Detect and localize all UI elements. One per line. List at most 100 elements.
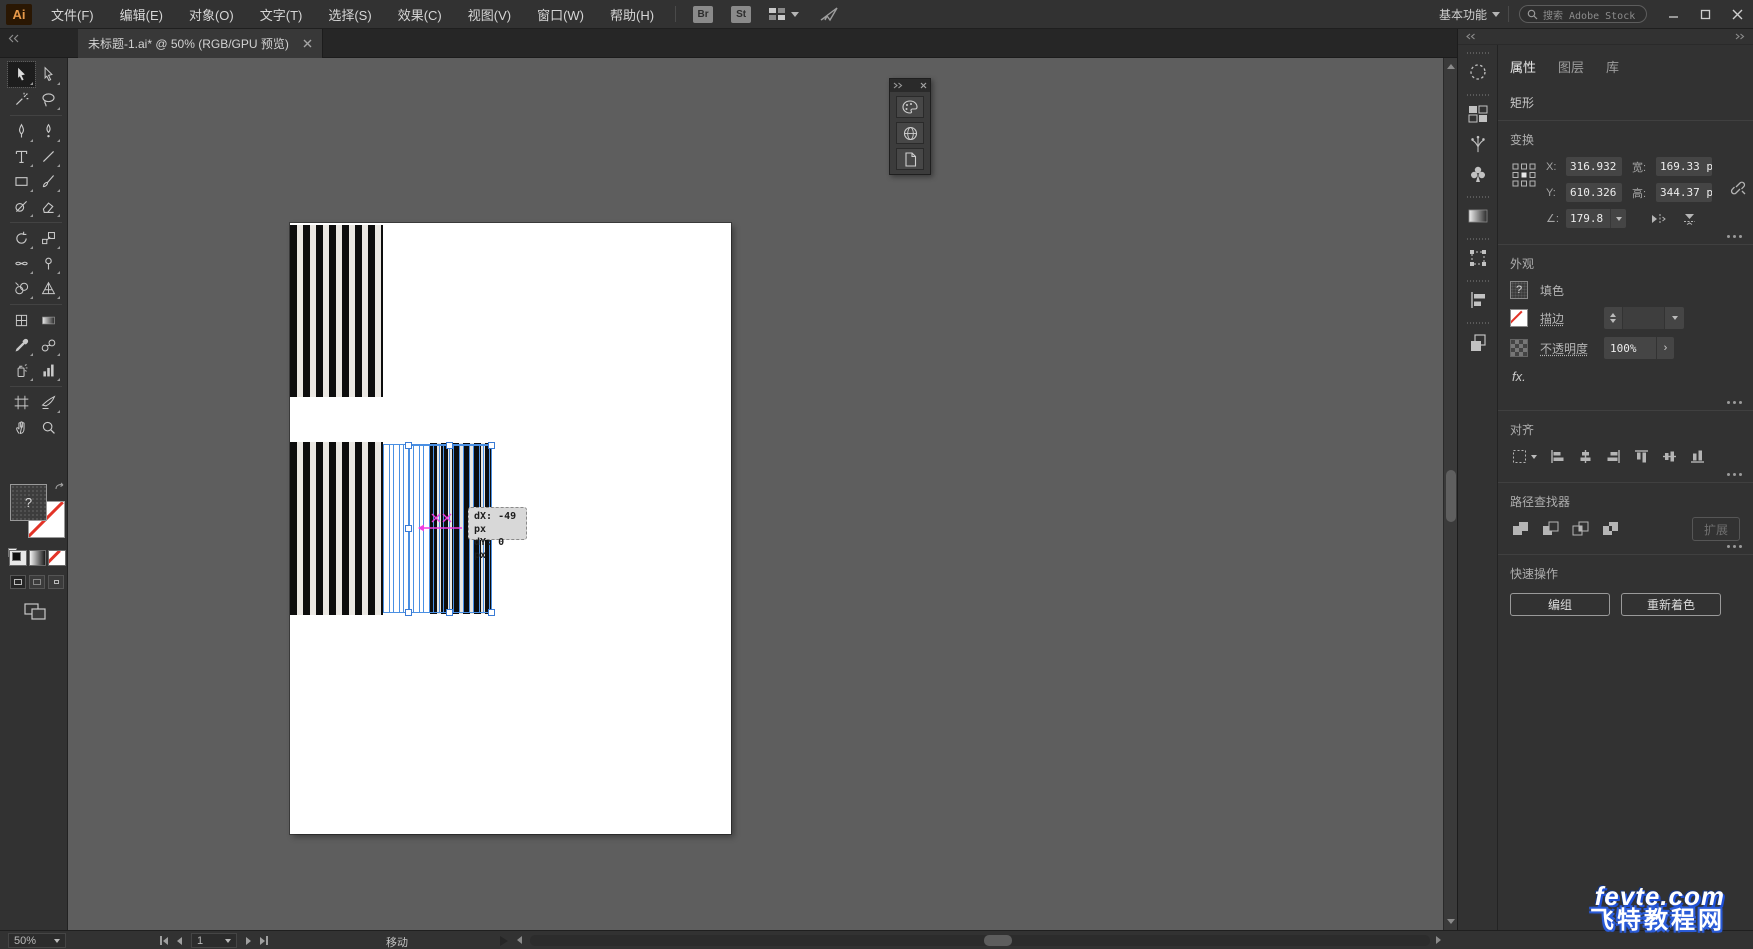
menu-object[interactable]: 对象(O) [176,0,247,29]
rotation-input[interactable]: 179.8 [1566,209,1610,228]
panel-grip[interactable] [1467,279,1489,283]
document-tab[interactable]: 未标题-1.ai* @ 50% (RGB/GPU 预览) [78,29,323,58]
curvature-tool[interactable] [35,119,62,144]
tab-properties[interactable]: 属性 [1510,57,1536,76]
align-to-selector[interactable] [1512,449,1537,464]
align-right-button[interactable] [1606,449,1621,464]
palette-tool-button[interactable] [896,96,924,118]
selection-handle[interactable] [446,442,453,449]
slice-tool[interactable] [35,390,62,415]
panel-grip[interactable] [1467,195,1489,199]
opacity-expand-button[interactable]: › [1656,337,1674,359]
eyedropper-tool[interactable] [8,333,35,358]
selection-handle[interactable] [405,525,412,532]
vertical-scroll-thumb[interactable] [1446,470,1456,522]
stock-search-input[interactable]: 搜索 Adobe Stock [1519,5,1647,23]
recolor-button[interactable]: 重新着色 [1621,593,1721,616]
opacity-label[interactable]: 不透明度 [1540,340,1604,357]
panel-icon-symbols-club[interactable] [1458,159,1498,189]
double-chevron-right-icon[interactable] [1735,33,1745,40]
width-input[interactable]: 169.33 p [1656,157,1712,176]
hand-tool[interactable] [8,415,35,440]
status-flyout-arrow[interactable] [500,936,508,946]
pathfinder-more-options[interactable] [1727,545,1742,548]
pathfinder-unite-button[interactable] [1512,521,1529,536]
panel-icon-gradient[interactable] [1458,201,1498,231]
puppet-warp-tool[interactable] [35,251,62,276]
rotation-dropdown-button[interactable] [1610,209,1626,228]
close-button[interactable] [1721,0,1753,29]
minimize-button[interactable] [1657,0,1689,29]
align-center-horizontal-button[interactable] [1578,449,1593,464]
globe-tool-button[interactable] [896,122,924,144]
tab-libraries[interactable]: 库 [1606,57,1619,76]
line-segment-tool[interactable] [35,144,62,169]
zoom-level-selector[interactable]: 50% [8,933,66,948]
menu-window[interactable]: 窗口(W) [524,0,597,29]
next-artboard-button[interactable] [246,937,251,945]
panel-grip[interactable] [1467,237,1489,241]
stroke-label[interactable]: 描边 [1540,310,1604,327]
canvas-vertical-scrollbar[interactable] [1443,58,1457,930]
selection-handle[interactable] [446,609,453,616]
last-artboard-button[interactable] [260,936,268,945]
flip-horizontal-button[interactable] [1650,212,1666,226]
none-button[interactable] [48,550,66,566]
shape-builder-tool[interactable] [8,276,35,301]
stroke-weight-stepper[interactable] [1604,307,1622,329]
x-input[interactable]: 316.932 [1566,157,1622,176]
y-input[interactable]: 610.326 [1566,183,1622,202]
stock-button[interactable]: St [731,6,751,23]
expand-button[interactable]: 扩展 [1692,517,1740,541]
pathfinder-minus-front-button[interactable] [1542,521,1559,536]
align-left-button[interactable] [1550,449,1565,464]
symbol-sprayer-tool[interactable] [8,358,35,383]
double-chevron-left-icon[interactable] [1466,33,1476,40]
appearance-more-options[interactable] [1727,401,1742,404]
selection-tool[interactable] [8,62,35,87]
menu-edit[interactable]: 编辑(E) [107,0,176,29]
horizontal-scroll-thumb[interactable] [984,935,1012,946]
previous-artboard-button[interactable] [177,937,182,945]
menu-help[interactable]: 帮助(H) [597,0,667,29]
pathfinder-exclude-button[interactable] [1602,521,1619,536]
scroll-up-arrow[interactable] [1447,64,1455,69]
menu-select[interactable]: 选择(S) [315,0,384,29]
close-icon[interactable] [920,82,927,89]
menu-type[interactable]: 文字(T) [247,0,316,29]
maximize-button[interactable] [1689,0,1721,29]
stroke-swatch[interactable] [1510,309,1528,327]
tab-layers[interactable]: 图层 [1558,57,1584,76]
gradient-tool[interactable] [35,308,62,333]
f fill-label[interactable]: 填色 [1540,282,1604,299]
rotation-combo[interactable]: 179.8 [1566,209,1626,228]
pen-tool[interactable] [8,119,35,144]
shaper-tool[interactable] [8,194,35,219]
floating-panel-header[interactable] [890,79,930,92]
canvas-horizontal-scrollbar[interactable] [530,935,1430,946]
height-input[interactable]: 344.37 p [1656,183,1712,202]
width-tool[interactable] [8,251,35,276]
paintbrush-tool[interactable] [35,169,62,194]
fill-color-swatch[interactable]: ? [10,484,47,521]
panel-grip[interactable] [1467,321,1489,325]
type-tool[interactable] [8,144,35,169]
link-dimensions-toggle[interactable] [1730,179,1746,197]
magic-wand-tool[interactable] [8,87,35,112]
selection-handle[interactable] [488,609,495,616]
draw-behind-button[interactable] [29,575,45,589]
bridge-button[interactable]: Br [693,6,713,23]
scroll-left-arrow[interactable] [517,936,522,944]
stripe-rectangle-bottom-left[interactable] [290,442,383,615]
direct-selection-tool[interactable] [35,62,62,87]
panel-icon-layers[interactable] [1458,327,1498,357]
perspective-grid-tool[interactable] [35,276,62,301]
share-button[interactable] [819,6,839,22]
stroke-weight-dropdown[interactable] [1664,307,1684,329]
blend-tool[interactable] [35,333,62,358]
panel-icon-transform[interactable] [1458,243,1498,273]
selection-handle[interactable] [488,442,495,449]
panel-icon-align[interactable] [1458,285,1498,315]
screen-mode-button[interactable] [24,603,48,621]
selection-handle[interactable] [405,609,412,616]
